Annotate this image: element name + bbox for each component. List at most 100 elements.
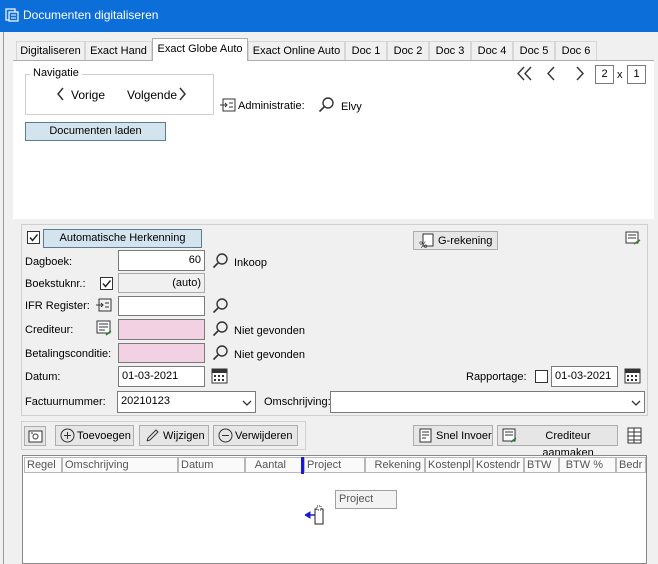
betalingsconditie-input[interactable]	[118, 343, 205, 363]
column-header-btw[interactable]: BTW	[524, 457, 559, 473]
navigatie-title: Navigatie	[30, 67, 82, 79]
prev-label: Vorige	[71, 88, 106, 102]
tab-doc-1[interactable]: Doc 1	[345, 41, 387, 60]
omschrijving-label: Omschrijving:	[264, 396, 331, 408]
create-creditor-button[interactable]: Crediteur aanmaken	[497, 425, 618, 459]
tab-exact-online-auto[interactable]: Exact Online Auto	[248, 41, 345, 60]
ifr-register-icon[interactable]	[96, 297, 112, 313]
ifr-register-input[interactable]	[118, 296, 205, 316]
quick-entry-icon	[419, 428, 432, 443]
checkmark-icon	[102, 280, 112, 288]
auto-recognition-button[interactable]: Automatische Herkenning	[43, 229, 202, 248]
datum-label: Datum:	[25, 371, 61, 383]
checkmark-icon	[29, 234, 39, 242]
column-header-kostendrager[interactable]: Kostendr	[473, 457, 524, 473]
column-drag-ghost: Project	[335, 490, 397, 509]
factuurnummer-combo[interactable]: 20210123	[117, 391, 256, 413]
column-header-kostenplaats[interactable]: Kostenpl	[425, 457, 473, 473]
pencil-icon	[146, 429, 159, 442]
search-icon[interactable]	[318, 96, 335, 113]
column-header-bedrag[interactable]: Bedr	[616, 457, 646, 473]
load-documents-button[interactable]: Documenten laden	[25, 122, 166, 141]
quick-entry-label: Snel Invoer	[436, 430, 492, 442]
tab-exact-globe-auto[interactable]: Exact Globe Auto	[152, 38, 248, 61]
administratie-label: Administratie:	[238, 100, 305, 112]
crediteur-status: Niet gevonden	[234, 325, 305, 337]
crediteur-search-icon[interactable]	[212, 320, 229, 337]
tab-doc-5[interactable]: Doc 5	[513, 41, 555, 60]
ifr-search-icon[interactable]	[212, 297, 229, 314]
column-header-project[interactable]: Project	[304, 457, 365, 473]
datum-calendar-icon[interactable]	[211, 367, 228, 384]
dagboek-description: Inkoop	[234, 257, 268, 269]
tab-digitaliseren[interactable]: Digitaliseren	[16, 41, 85, 60]
delete-line-label: Verwijderen	[235, 430, 293, 442]
minus-circle-icon	[218, 428, 233, 443]
svg-text:%: %	[419, 241, 428, 249]
tab-doc-4[interactable]: Doc 4	[471, 41, 513, 60]
edit-line-button[interactable]: Wijzigen	[139, 425, 209, 446]
app-document-icon	[5, 8, 19, 22]
plus-circle-icon	[60, 428, 75, 443]
g-rekening-button[interactable]: % G-rekening	[413, 231, 498, 250]
column-header-regel[interactable]: Regel	[24, 457, 62, 473]
factuurnummer-label: Factuurnummer:	[25, 396, 106, 408]
column-header-btw-percentage[interactable]: BTW %	[559, 457, 616, 473]
crediteur-label: Crediteur:	[25, 324, 74, 336]
next-button[interactable]: Volgende	[120, 82, 195, 106]
column-header-aantal[interactable]: Aantal	[245, 457, 302, 473]
g-rekening-label: G-rekening	[438, 235, 493, 247]
pager-separator: x	[617, 69, 623, 81]
first-page-icon[interactable]	[516, 66, 533, 81]
page-number-input[interactable]: 2	[595, 65, 614, 84]
tab-doc-6[interactable]: Doc 6	[555, 41, 597, 60]
edit-line-label: Wijzigen	[163, 430, 205, 442]
settings-button[interactable]	[24, 426, 46, 446]
omschrijving-combo[interactable]	[330, 391, 645, 413]
rapportage-date-input[interactable]: 01-03-2021	[551, 366, 618, 387]
betalingsconditie-label: Betalingsconditie:	[25, 348, 112, 360]
rapportage-checkbox[interactable]	[535, 370, 548, 383]
window-title: Documenten digitaliseren	[23, 8, 159, 22]
title-bar: Documenten digitaliseren	[0, 0, 658, 32]
chevron-down-icon	[631, 400, 641, 406]
datum-input[interactable]: 01-03-2021	[118, 366, 205, 387]
next-page-icon[interactable]	[575, 66, 585, 81]
tab-exact-hand[interactable]: Exact Hand	[85, 41, 152, 60]
chevron-left-icon	[57, 87, 64, 101]
drag-cursor-icon	[304, 505, 324, 525]
previous-page-icon[interactable]	[546, 66, 556, 81]
dagboek-input[interactable]: 60	[118, 250, 205, 271]
notes-icon[interactable]	[625, 231, 641, 246]
auto-recognition-checkbox[interactable]	[27, 231, 40, 244]
dagboek-search-icon[interactable]	[212, 252, 229, 269]
administration-icon[interactable]	[220, 97, 236, 113]
chevron-right-icon	[179, 87, 186, 101]
create-creditor-icon	[502, 428, 517, 443]
column-header-rekening[interactable]: Rekening	[365, 457, 425, 473]
prev-button[interactable]: Vorige	[40, 82, 112, 106]
next-label: Volgende	[127, 88, 178, 102]
administratie-value: Elvy	[341, 101, 362, 113]
g-rekening-icon: %	[419, 233, 434, 249]
column-drop-indicator	[301, 457, 304, 474]
boekstuknr-checkbox[interactable]	[100, 277, 113, 290]
betalingsconditie-search-icon[interactable]	[212, 344, 229, 361]
factuurnummer-value: 20210123	[121, 395, 170, 407]
dagboek-label: Dagboek:	[25, 256, 73, 268]
document-form	[21, 224, 648, 416]
gear-icon	[28, 430, 43, 443]
add-line-button[interactable]: Toevoegen	[55, 425, 134, 446]
column-header-omschrijving[interactable]: Omschrijving	[62, 457, 178, 473]
tab-doc-2[interactable]: Doc 2	[387, 41, 429, 60]
columns-icon[interactable]	[627, 427, 642, 444]
betalingsconditie-status: Niet gevonden	[234, 349, 305, 361]
column-header-datum[interactable]: Datum	[178, 457, 245, 473]
rapportage-calendar-icon[interactable]	[624, 367, 641, 384]
crediteur-input[interactable]	[118, 319, 205, 340]
add-line-label: Toevoegen	[77, 430, 131, 442]
crediteur-list-icon[interactable]	[96, 320, 112, 336]
tab-doc-3[interactable]: Doc 3	[429, 41, 471, 60]
delete-line-button[interactable]: Verwijderen	[213, 425, 298, 446]
quick-entry-button[interactable]: Snel Invoer	[413, 425, 493, 446]
